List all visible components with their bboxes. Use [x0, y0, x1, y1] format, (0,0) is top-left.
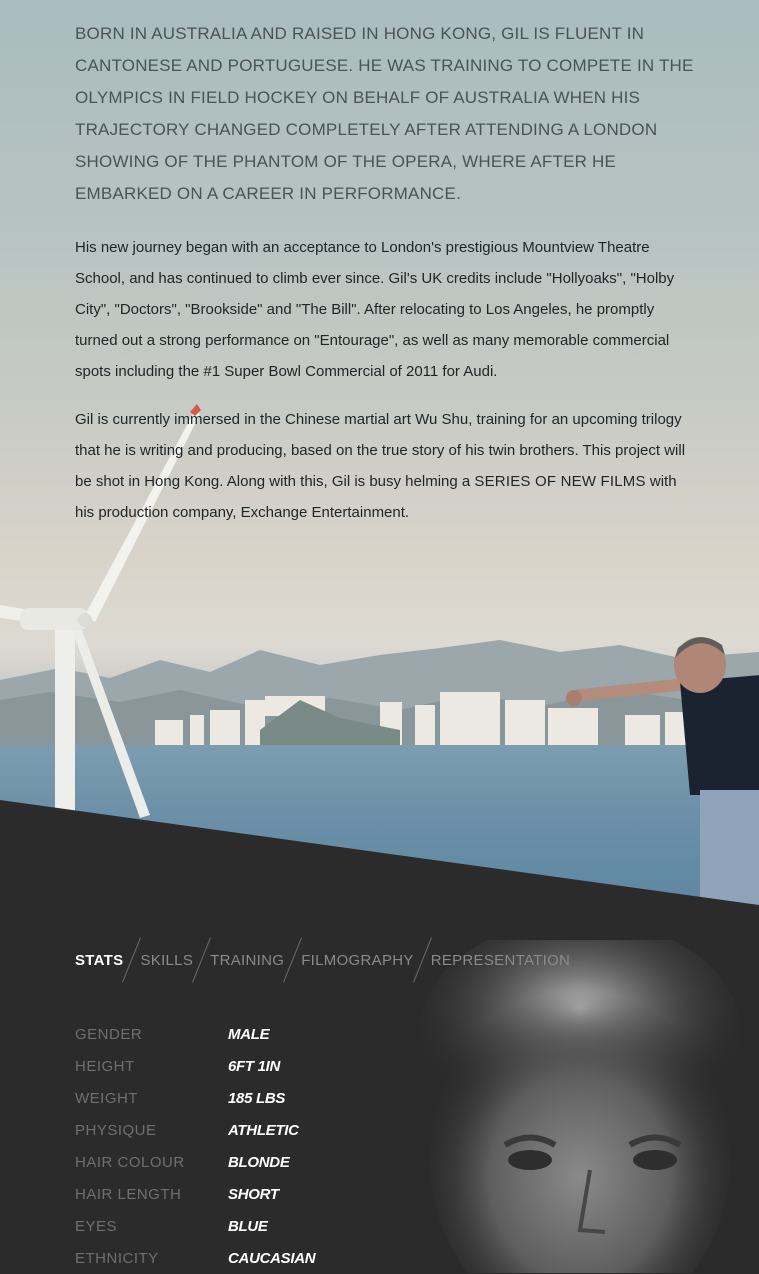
stat-label: Height: [75, 1057, 135, 1075]
stat-value: Male: [228, 1025, 270, 1043]
stat-value: 6ft 1in: [228, 1057, 281, 1075]
stat-value: Short: [228, 1185, 279, 1203]
stat-label: Hair Colour: [75, 1153, 185, 1171]
tab-stats[interactable]: Stats: [75, 952, 123, 969]
tab-filmography[interactable]: Filmography: [301, 952, 413, 969]
bio-paragraph-current: Gil is currently immersed in the Chinese…: [75, 404, 695, 528]
stat-label: Hair Length: [75, 1185, 182, 1203]
stat-row-ethnicity: Ethnicity Caucasian: [75, 1242, 316, 1274]
stat-value: Caucasian: [228, 1249, 316, 1267]
stat-value: Blonde: [228, 1153, 290, 1171]
series-of-new-films-link[interactable]: Series of New Films: [474, 473, 645, 490]
bio-text-block: Born in Australia and raised in Hong Kon…: [75, 18, 695, 545]
actor-portrait-image: [420, 940, 740, 1273]
profile-tabs: Stats Skills Training Filmography Repres…: [75, 935, 570, 985]
stat-row-gender: Gender Male: [75, 1018, 315, 1050]
bio-section: Born in Australia and raised in Hong Kon…: [0, 0, 759, 910]
stat-label: Physique: [75, 1121, 157, 1139]
tab-representation[interactable]: Representation: [431, 952, 571, 969]
bio-paragraph-career: His new journey began with an acceptance…: [75, 239, 675, 380]
stat-row-hair-colour: Hair Colour Blonde: [75, 1146, 315, 1178]
stat-label: Eyes: [75, 1217, 118, 1235]
tab-skills[interactable]: Skills: [140, 952, 193, 969]
stat-value: Athletic: [228, 1121, 299, 1139]
tab-divider: [283, 937, 303, 983]
stat-row-height: Height 6ft 1in: [75, 1050, 315, 1082]
tab-divider: [412, 937, 432, 983]
stat-row-eyes: Eyes Blue: [75, 1210, 315, 1242]
tab-divider: [122, 937, 142, 983]
stat-label: Gender: [75, 1025, 143, 1043]
stat-row-physique: Physique Athletic: [75, 1114, 315, 1146]
tab-training[interactable]: Training: [210, 952, 284, 969]
stat-row-weight: Weight 185 lbs: [75, 1082, 315, 1114]
diagonal-divider: [0, 800, 759, 910]
stat-value: Blue: [228, 1217, 268, 1235]
stat-row-hair-length: Hair Length Short: [75, 1178, 315, 1210]
tab-divider: [192, 937, 212, 983]
bio-lead: Born in Australia and raised in Hong Kon…: [75, 24, 694, 203]
stat-label: Weight: [75, 1089, 138, 1107]
stats-table: Gender Male Height 6ft 1in Weight 185 lb…: [75, 1018, 316, 1274]
stat-label: Ethnicity: [75, 1249, 159, 1267]
stat-value: 185 lbs: [228, 1089, 286, 1107]
